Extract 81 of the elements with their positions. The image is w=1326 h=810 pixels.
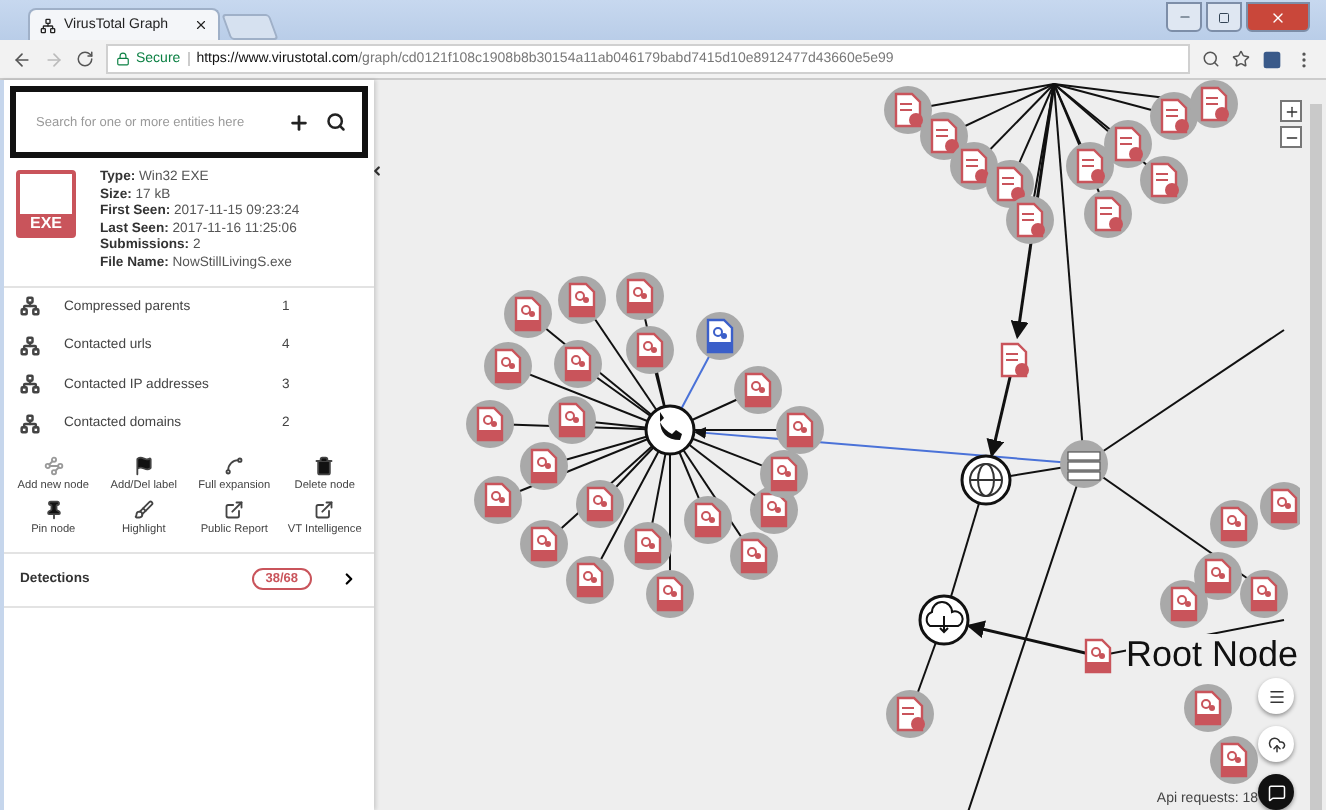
external-link-icon xyxy=(224,499,245,520)
exe-file-node[interactable] xyxy=(1210,500,1258,548)
cloud-upload-button[interactable] xyxy=(1258,726,1294,762)
add-icon[interactable] xyxy=(288,111,310,133)
exe-file-node[interactable] xyxy=(466,400,514,448)
exe-file-node[interactable] xyxy=(734,366,782,414)
graph-icon xyxy=(40,17,56,33)
flag-icon xyxy=(133,455,154,476)
search-icon[interactable] xyxy=(1202,50,1220,68)
exe-file-node[interactable] xyxy=(554,340,602,388)
search-icon[interactable] xyxy=(326,112,346,132)
plus-icon xyxy=(1283,103,1299,119)
exe-file-node[interactable] xyxy=(1184,684,1232,732)
exe-file-node[interactable] xyxy=(504,290,552,338)
phone-node[interactable] xyxy=(644,404,696,456)
document-node[interactable] xyxy=(1140,156,1188,204)
back-icon[interactable] xyxy=(12,49,32,69)
chevron-right-icon xyxy=(340,570,358,589)
exe-file-node[interactable] xyxy=(684,496,732,544)
feedback-button[interactable] xyxy=(1258,774,1294,810)
pin-icon xyxy=(43,499,64,520)
exe-file-node[interactable] xyxy=(548,396,596,444)
document-node[interactable] xyxy=(920,112,968,160)
minimize-icon xyxy=(1177,10,1191,24)
exe-file-node[interactable] xyxy=(1084,638,1112,674)
document-node[interactable] xyxy=(1006,196,1054,244)
document-node[interactable] xyxy=(1066,142,1114,190)
zoom-out-button[interactable] xyxy=(1280,126,1302,148)
network-icon xyxy=(20,335,40,356)
maximize-icon xyxy=(1218,11,1230,23)
exe-file-node[interactable] xyxy=(1160,580,1208,628)
exe-file-node[interactable] xyxy=(760,450,808,498)
exe-file-node[interactable] xyxy=(626,326,674,374)
menu-icon xyxy=(1267,687,1285,705)
document-node[interactable] xyxy=(1150,92,1198,140)
close-icon xyxy=(1270,9,1286,25)
scrollbar[interactable] xyxy=(1310,104,1322,810)
network-icon xyxy=(20,374,40,395)
menu-button[interactable] xyxy=(1258,678,1294,714)
extension-icon[interactable] xyxy=(1262,49,1282,69)
server-node[interactable] xyxy=(1060,440,1108,488)
document-node[interactable] xyxy=(1000,342,1029,378)
document-node[interactable] xyxy=(1190,80,1238,128)
maximize-button[interactable] xyxy=(1206,2,1242,32)
exe-file-node[interactable] xyxy=(520,442,568,490)
exe-file-node[interactable] xyxy=(624,522,672,570)
exe-file-node[interactable] xyxy=(1194,552,1242,600)
nodes-icon xyxy=(43,455,64,476)
reload-icon[interactable] xyxy=(76,50,94,68)
exe-file-node[interactable] xyxy=(616,272,664,320)
star-icon[interactable] xyxy=(1232,50,1250,68)
exe-file-node[interactable] xyxy=(576,480,624,528)
document-node[interactable] xyxy=(886,690,934,738)
cloud-upload-icon xyxy=(1267,735,1285,753)
cloud-download-node[interactable] xyxy=(918,594,970,646)
exe-file-node[interactable] xyxy=(566,556,614,604)
exe-file-node[interactable] xyxy=(1260,482,1300,530)
zoom-in-button[interactable] xyxy=(1280,100,1302,122)
trash-icon xyxy=(314,455,335,476)
document-node[interactable] xyxy=(1104,120,1152,168)
exe-file-node[interactable] xyxy=(1210,736,1258,784)
document-node[interactable] xyxy=(1084,190,1132,238)
external-link-icon xyxy=(314,499,335,520)
exe-file-node[interactable] xyxy=(520,520,568,568)
exe-file-node[interactable] xyxy=(484,342,532,390)
document-node[interactable] xyxy=(884,86,932,134)
exe-file-node[interactable] xyxy=(558,276,606,324)
exe-file-node[interactable] xyxy=(474,476,522,524)
close-icon[interactable] xyxy=(194,18,208,32)
exe-file-node[interactable] xyxy=(730,532,778,580)
exe-file-node[interactable] xyxy=(776,406,824,454)
exe-file-node[interactable] xyxy=(696,312,744,360)
exe-file-node[interactable] xyxy=(1240,570,1288,618)
exe-file-node[interactable] xyxy=(646,570,694,618)
network-icon xyxy=(20,296,40,317)
brush-icon xyxy=(133,499,154,520)
lock-icon xyxy=(116,52,130,66)
network-icon xyxy=(20,413,40,434)
exe-file-icon: EXE xyxy=(16,170,76,238)
chat-icon xyxy=(1267,783,1285,801)
globe-node[interactable] xyxy=(960,454,1012,506)
